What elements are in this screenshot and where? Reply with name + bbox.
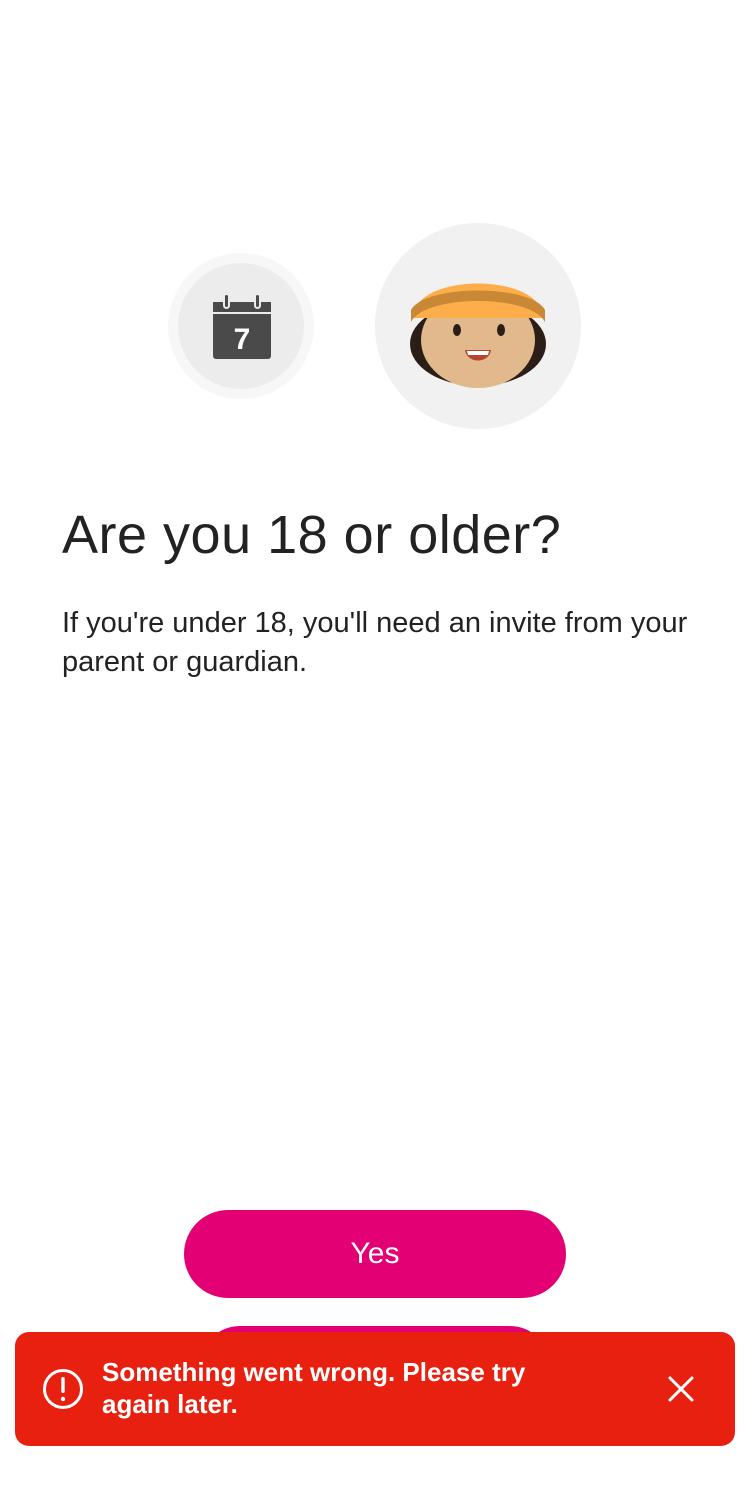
yes-button[interactable]: Yes [184, 1210, 566, 1298]
close-icon [668, 1376, 694, 1402]
avatar [410, 283, 546, 388]
page-title: Are you 18 or older? [62, 505, 562, 565]
alert-circle-icon [43, 1369, 83, 1409]
error-toast: Something went wrong. Please try again l… [15, 1332, 735, 1446]
calendar-day-number: 7 [234, 323, 251, 356]
toast-close-button[interactable] [657, 1365, 705, 1413]
calendar-icon: 7 [213, 293, 271, 359]
error-message: Something went wrong. Please try again l… [102, 1357, 526, 1419]
page-description: If you're under 18, you'll need an invit… [62, 607, 688, 678]
